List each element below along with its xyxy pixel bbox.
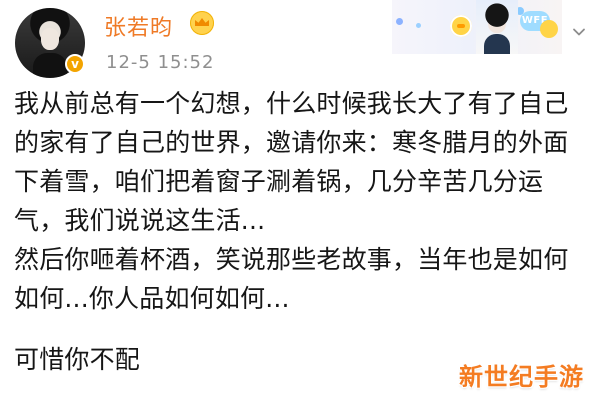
username[interactable]: 张若昀	[104, 10, 173, 42]
watermark: 新世纪手游	[459, 363, 584, 391]
sparkle-icon	[416, 23, 421, 28]
post-body: 我从前总有一个幻想，什么时候我长大了有了自己 的家有了自己的世界，邀请你来：寒冬…	[14, 84, 580, 318]
chick-icon	[450, 15, 472, 37]
chevron-down-icon[interactable]	[572, 25, 586, 39]
post-line: 下着雪，咱们把着窗子涮着锅，几分辛苦几分运	[14, 167, 544, 196]
crown-icon	[190, 11, 214, 35]
chick-icon	[540, 20, 558, 38]
header-decoration: WFF	[392, 0, 562, 54]
profile-card-portrait	[476, 0, 518, 54]
sparkle-icon	[396, 18, 403, 25]
verified-badge-icon: v	[65, 54, 85, 74]
post-line: 如何...你人品如何如何...	[14, 284, 290, 313]
post-timestamp: 12-5 15:52	[106, 52, 215, 73]
post-line: 气，我们说说这生活...	[14, 206, 266, 235]
post-line: 我从前总有一个幻想，什么时候我长大了有了自己	[14, 89, 569, 118]
post-line: 然后你咂着杯酒，笑说那些老故事，当年也是如何	[14, 245, 569, 274]
post-line: 的家有了自己的世界，邀请你来：寒冬腊月的外面	[14, 128, 569, 157]
post-ending-line: 可惜你不配	[14, 345, 141, 374]
